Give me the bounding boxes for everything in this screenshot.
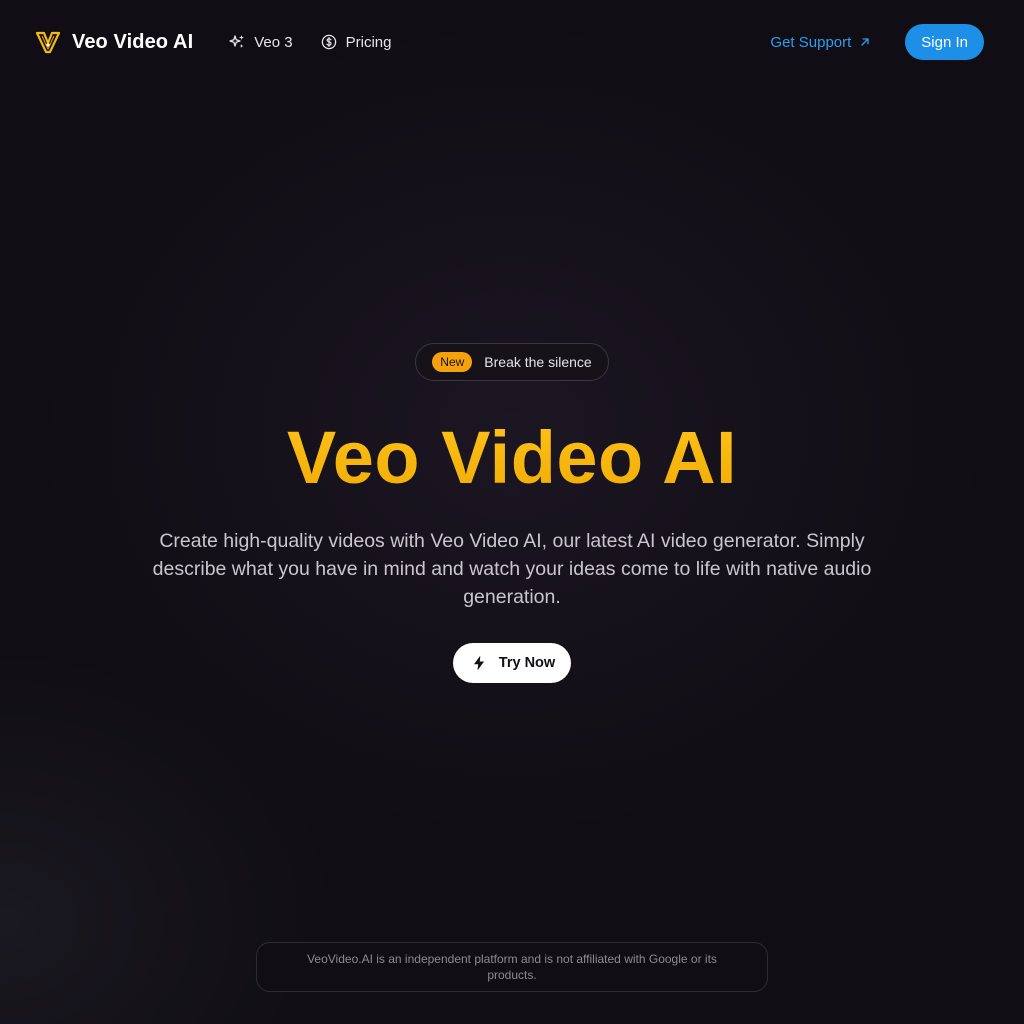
sign-in-button[interactable]: Sign In [905,24,984,60]
try-now-label: Try Now [498,655,556,671]
sparkles-icon [229,35,245,48]
nav-link-label: Veo 3 [254,33,293,51]
top-nav: Veo Video AI Veo 3 Pricing Get Support S… [0,0,1024,84]
hero-section: New Break the silence Veo Video AI Creat… [0,343,1024,683]
brand-name: Veo Video AI [72,30,194,53]
disclaimer-box: VeoVideo.AI is an independent platform a… [256,942,768,992]
try-now-button[interactable]: Try Now [452,643,572,683]
brand[interactable]: Veo Video AI [34,28,193,56]
announcement-text: Break the silence [484,354,592,370]
nav-actions: Get Support Sign In [770,24,984,60]
nav-link-pricing[interactable]: Pricing [321,33,392,51]
veo-logo-icon [35,31,61,54]
get-support-link[interactable]: Get Support [770,34,871,51]
lightning-icon [473,656,484,670]
nav-link-label: Pricing [345,33,392,51]
dollar-circle-icon [321,34,336,50]
new-badge: New [432,352,473,372]
arrow-up-right-icon [861,38,869,46]
get-support-label: Get Support [770,33,852,51]
nav-link-veo3[interactable]: Veo 3 [229,33,293,51]
hero-title: Veo Video AI [286,416,738,499]
disclaimer-text: VeoVideo.AI is an independent platform a… [307,952,717,982]
nav-links: Veo 3 Pricing [229,34,391,51]
announcement-pill[interactable]: New Break the silence [415,343,609,381]
hero-description: Create high-quality videos with Veo Vide… [152,530,872,608]
